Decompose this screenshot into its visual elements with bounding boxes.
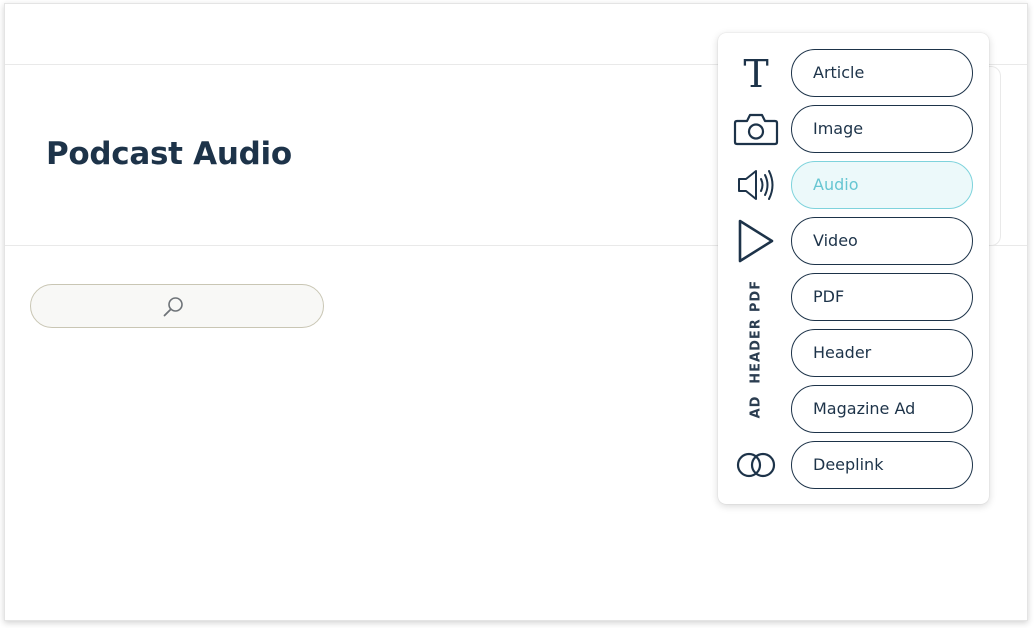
audio-button[interactable]: Audio <box>791 161 973 209</box>
menu-item-video[interactable]: Video <box>718 213 989 269</box>
video-button[interactable]: Video <box>791 217 973 265</box>
page-title: Podcast Audio <box>46 136 292 172</box>
image-button[interactable]: Image <box>791 105 973 153</box>
camera-icon <box>732 105 780 153</box>
vertical-type-labels: PDF HEADER AD <box>732 279 780 421</box>
pdf-word-icon: PDF <box>748 279 764 313</box>
linked-rings-icon <box>732 441 780 489</box>
deeplink-button[interactable]: Deeplink <box>791 441 973 489</box>
header-word-icon: HEADER <box>748 318 764 384</box>
svg-text:T: T <box>743 53 768 93</box>
speaker-icon <box>732 161 780 209</box>
menu-item-article[interactable]: T Article <box>718 45 989 101</box>
search-box[interactable] <box>30 284 324 328</box>
text-t-icon: T <box>732 49 780 97</box>
play-triangle-icon <box>732 217 780 265</box>
header-button[interactable]: Header <box>791 329 973 377</box>
insert-content-menu: T Article Image Audio Video PDF Header M… <box>718 33 989 504</box>
menu-item-image[interactable]: Image <box>718 101 989 157</box>
menu-item-deeplink[interactable]: Deeplink <box>718 437 989 493</box>
article-button[interactable]: Article <box>791 49 973 97</box>
magnifier-icon <box>163 297 183 317</box>
menu-item-audio[interactable]: Audio <box>718 157 989 213</box>
magazine-ad-button[interactable]: Magazine Ad <box>791 385 973 433</box>
ad-word-icon: AD <box>748 395 764 419</box>
pdf-button[interactable]: PDF <box>791 273 973 321</box>
